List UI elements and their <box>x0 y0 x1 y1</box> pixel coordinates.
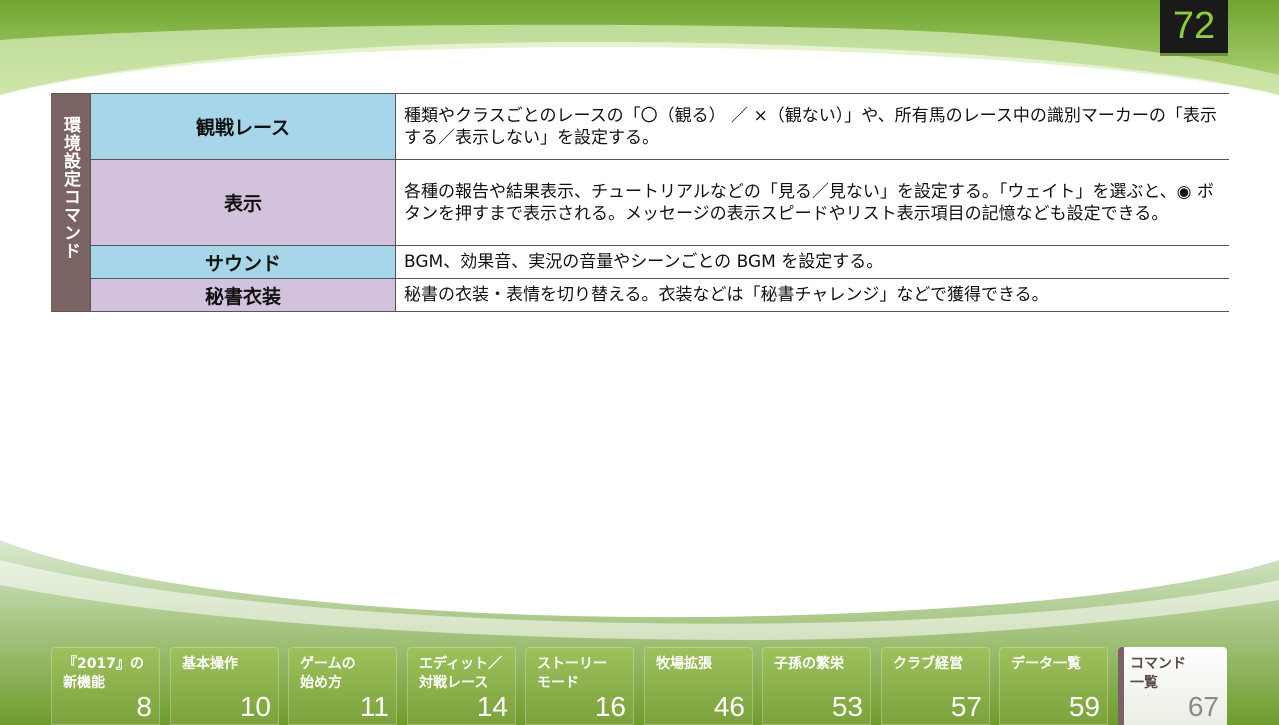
tab-edit-versus-race[interactable]: エディット／ 対戦レース 14 <box>407 647 516 725</box>
tab-page-number: 57 <box>950 691 982 722</box>
row-name: 観戦レース <box>90 93 396 160</box>
table-row: サウンド BGM、効果音、実況の音量やシーンごとの BGM を設定する。 <box>51 245 1229 279</box>
tab-new-features[interactable]: 『2017』の 新機能 8 <box>51 647 160 725</box>
row-description: 秘書の衣装・表情を切り替える。衣装などは「秘書チャレンジ」などで獲得できる。 <box>395 278 1229 312</box>
row-name: 秘書衣装 <box>90 278 396 312</box>
tab-page-number: 8 <box>136 691 152 722</box>
tab-label: 『2017』の 新機能 <box>63 656 144 691</box>
tab-label: ゲームの 始め方 <box>300 656 356 691</box>
row-name: 表示 <box>90 159 396 246</box>
tab-page-number: 16 <box>594 691 626 722</box>
tab-label: 牧場拡張 <box>656 656 712 672</box>
tab-label: ストーリー モード <box>537 656 607 691</box>
page-number: 72 <box>1160 0 1228 56</box>
group-label: 環境設定コマンド <box>60 116 80 260</box>
tab-page-number: 67 <box>1187 691 1219 722</box>
tab-basic-controls[interactable]: 基本操作 10 <box>170 647 279 725</box>
table-row: 環境設定コマンド 観戦レース 種類やクラスごとのレースの「〇（観る） ／ ×（観… <box>51 93 1229 312</box>
chapter-tab-bar: 『2017』の 新機能 8 基本操作 10 ゲームの 始め方 11 エディット／… <box>51 647 1229 725</box>
tab-page-number: 14 <box>476 691 508 722</box>
settings-command-table: 環境設定コマンド 観戦レース 種類やクラスごとのレースの「〇（観る） ／ ×（観… <box>51 93 1229 312</box>
tab-command-list[interactable]: コマンド 一覧 67 <box>1118 647 1227 725</box>
tab-page-number: 59 <box>1068 691 1100 722</box>
tab-page-number: 46 <box>713 691 745 722</box>
row-description: BGM、効果音、実況の音量やシーンごとの BGM を設定する。 <box>395 245 1229 279</box>
group-label-cell: 環境設定コマンド <box>51 93 91 312</box>
tab-page-number: 53 <box>831 691 863 722</box>
row-name: サウンド <box>90 245 396 279</box>
tab-page-number: 11 <box>359 691 389 722</box>
row-description: 種類やクラスごとのレースの「〇（観る） ／ ×（観ない）」や、所有馬のレース中の… <box>395 93 1229 160</box>
tab-label: データ一覧 <box>1011 656 1081 672</box>
tab-label: クラブ経営 <box>893 656 963 672</box>
tab-story-mode[interactable]: ストーリー モード 16 <box>525 647 634 725</box>
table-row: 秘書衣装 秘書の衣装・表情を切り替える。衣装などは「秘書チャレンジ」などで獲得で… <box>51 278 1229 312</box>
tab-data-list[interactable]: データ一覧 59 <box>999 647 1108 725</box>
tab-label: 基本操作 <box>182 656 238 672</box>
tab-label: 子孫の繁栄 <box>774 656 844 672</box>
tab-label: コマンド 一覧 <box>1130 656 1186 691</box>
row-description: 各種の報告や結果表示、チュートリアルなどの「見る／見ない」を設定する。「ウェイト… <box>395 159 1229 246</box>
tab-descendants[interactable]: 子孫の繁栄 53 <box>762 647 871 725</box>
tab-page-number: 10 <box>239 691 271 722</box>
tab-label: エディット／ 対戦レース <box>419 656 503 691</box>
table-row: 表示 各種の報告や結果表示、チュートリアルなどの「見る／見ない」を設定する。「ウ… <box>51 159 1229 246</box>
tab-ranch-expansion[interactable]: 牧場拡張 46 <box>644 647 753 725</box>
tab-getting-started[interactable]: ゲームの 始め方 11 <box>288 647 397 725</box>
tab-club-management[interactable]: クラブ経営 57 <box>881 647 990 725</box>
